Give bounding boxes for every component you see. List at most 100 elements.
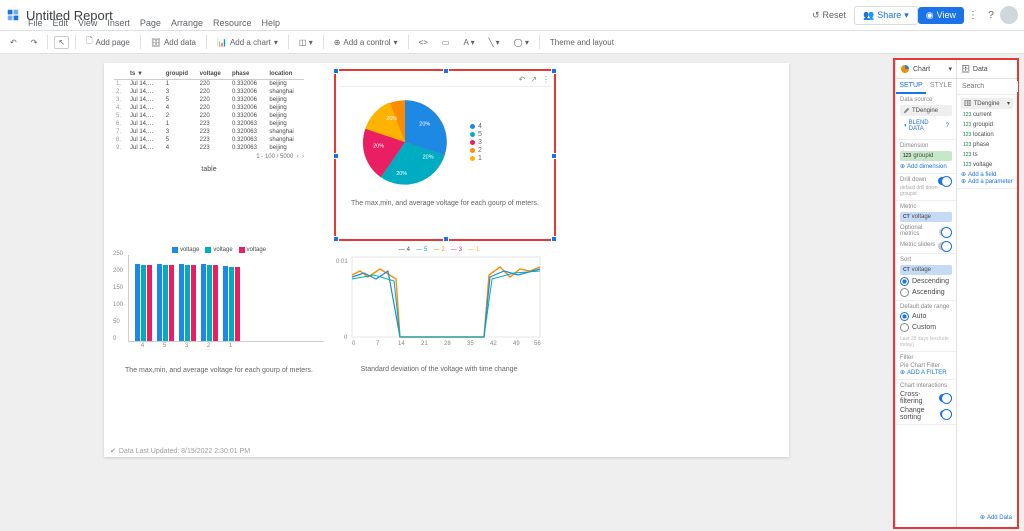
table-header[interactable]: location xyxy=(267,69,304,80)
data-icon: 🗄 xyxy=(961,65,970,73)
tab-setup[interactable]: SETUP xyxy=(896,79,926,94)
chevron-icon: ▾ xyxy=(1007,100,1010,107)
redo-button[interactable]: ↷ xyxy=(27,38,42,47)
reset-button[interactable]: ↺ Reset xyxy=(804,7,854,24)
selection-tool[interactable]: ↖ xyxy=(54,36,69,49)
table-row[interactable]: 4.Jul 14,…42200.332006beijing xyxy=(114,104,304,112)
menu-insert[interactable]: Insert xyxy=(107,18,130,28)
text-button[interactable]: A ▾ xyxy=(459,38,478,47)
add-page-icon: 🗋 xyxy=(86,35,92,49)
canvas[interactable]: ts ▼groupidvoltagephaselocation 1.Jul 14… xyxy=(0,54,893,531)
add-field-link[interactable]: ⊕ Add a field xyxy=(961,171,1013,178)
theme-layout-button[interactable]: Theme and layout xyxy=(546,38,618,47)
search-input[interactable] xyxy=(960,81,1018,92)
svg-text:20%: 20% xyxy=(423,155,434,161)
svg-text:49: 49 xyxy=(513,341,520,345)
avatar[interactable] xyxy=(1000,6,1018,24)
undo-button[interactable]: ↶ xyxy=(6,38,21,47)
chip-sort-field[interactable]: CTvoltage xyxy=(900,265,952,275)
field-item[interactable]: 123location xyxy=(961,131,1013,139)
radio-ascending[interactable]: Ascending xyxy=(900,288,952,297)
chip-dimension[interactable]: 123groupid xyxy=(900,151,952,161)
menu-edit[interactable]: Edit xyxy=(53,18,69,28)
help-button[interactable]: ? xyxy=(982,6,1000,24)
add-param-link[interactable]: ⊕ Add a parameter xyxy=(961,178,1013,185)
svg-text:35: 35 xyxy=(467,341,474,345)
table-row[interactable]: 3.Jul 14,…52200.332006beijing xyxy=(114,96,304,104)
menu-page[interactable]: Page xyxy=(140,18,161,28)
radio-descending[interactable]: Descending xyxy=(900,277,952,286)
table-row[interactable]: 9.Jul 14,…42230.320063beijing xyxy=(114,144,304,152)
line-chart[interactable]: — 4 — 5 — 2 — 3 — 1 0.010 07142128354249… xyxy=(334,247,544,373)
add-dimension-link[interactable]: ⊕ Add dimension xyxy=(900,163,952,170)
table-chart[interactable]: ts ▼groupidvoltagephaselocation 1.Jul 14… xyxy=(114,69,304,173)
share-button[interactable]: 👥Share ▾ xyxy=(854,6,918,25)
community-viz-button[interactable]: ◫ ▾ xyxy=(295,38,317,47)
add-data-button[interactable]: 🗄Add data xyxy=(147,38,200,47)
field-item[interactable]: 123ts xyxy=(961,151,1013,159)
chip-metric[interactable]: CTvoltage xyxy=(900,212,952,222)
line-svg: 0.010 0714212835424956 xyxy=(334,255,544,345)
chevron-down-icon[interactable]: ▾ xyxy=(948,65,952,73)
field-item[interactable]: 123voltage xyxy=(961,161,1013,169)
add-data-link[interactable]: ⊕ Add Data xyxy=(980,514,1012,521)
view-button[interactable]: ◉View xyxy=(918,7,964,24)
shape-button[interactable]: ◯ ▾ xyxy=(510,38,533,47)
field-item[interactable]: 123groupid xyxy=(961,121,1013,129)
add-page-button[interactable]: 🗋Add page xyxy=(82,35,134,49)
add-control-button[interactable]: ⊕ Add a control ▾ xyxy=(330,38,402,47)
sort-icon[interactable]: ↶ xyxy=(519,75,526,84)
table-row[interactable]: 5.Jul 14,…22200.332006beijing xyxy=(114,112,304,120)
svg-text:21: 21 xyxy=(421,341,428,345)
table-row[interactable]: 1.Jul 14,…12200.332006beijing xyxy=(114,80,304,89)
image-button[interactable]: ▭ xyxy=(438,38,454,47)
table-pager[interactable]: 1 - 100 / 5000 ‹ › xyxy=(114,154,304,160)
add-filter-link[interactable]: ⊕ ADD A FILTER xyxy=(900,369,952,376)
table-row[interactable]: 6.Jul 14,…12230.320063beijing xyxy=(114,120,304,128)
data-freshness-footer: ✔Data Last Updated: 8/15/2022 2:30:01 PM xyxy=(110,447,250,455)
blend-data-button[interactable]: ◑BLEND DATA? xyxy=(900,118,952,134)
svg-text:0.01: 0.01 xyxy=(336,259,348,265)
table-header[interactable]: phase xyxy=(230,69,267,80)
opt-metrics-toggle[interactable] xyxy=(939,228,952,236)
table-row[interactable]: 8.Jul 14,…52230.320063shanghai xyxy=(114,136,304,144)
chip-datasource[interactable]: TDengine xyxy=(900,105,952,116)
pie-chart-icon xyxy=(900,64,910,74)
chart-more-icon[interactable]: ⋮ xyxy=(542,75,550,84)
radio-custom[interactable]: Custom xyxy=(900,323,952,332)
menu-arrange[interactable]: Arrange xyxy=(171,18,203,28)
table-header[interactable]: voltage xyxy=(198,69,230,80)
chip-ds-list[interactable]: 🗄 TDengine▾ xyxy=(961,98,1013,109)
tab-style[interactable]: STYLE xyxy=(926,79,956,94)
table-row[interactable]: 2.Jul 14,…32200.332006shanghai xyxy=(114,88,304,96)
help-icon[interactable]: ? xyxy=(946,123,949,129)
svg-text:42: 42 xyxy=(490,341,497,345)
more-options-button[interactable]: ⋮ xyxy=(964,6,982,24)
bar-chart[interactable]: voltage voltage voltage 250200 150100 50… xyxy=(114,247,324,374)
label-date-range: Default date range xyxy=(900,304,952,310)
drilldown-toggle[interactable] xyxy=(938,177,952,185)
cross-filter-toggle[interactable] xyxy=(939,394,952,402)
menu-view[interactable]: View xyxy=(78,18,97,28)
svg-text:7: 7 xyxy=(376,341,380,345)
add-chart-button[interactable]: 📊Add a chart ▾ xyxy=(213,38,282,47)
table-header[interactable]: groupid xyxy=(164,69,198,80)
menu-help[interactable]: Help xyxy=(262,18,281,28)
export-icon[interactable]: ↗ xyxy=(530,75,537,84)
line-button[interactable]: ╲ ▾ xyxy=(485,38,504,47)
svg-text:56: 56 xyxy=(534,341,541,345)
menu-resource[interactable]: Resource xyxy=(213,18,252,28)
pie-chart-selected[interactable]: ↶ ↗ ⋮ 20% 20% 20% 20% 20% xyxy=(334,69,556,241)
field-item[interactable]: 123phase xyxy=(961,141,1013,149)
change-sort-toggle[interactable] xyxy=(940,410,952,418)
svg-text:20%: 20% xyxy=(419,122,430,128)
table-row[interactable]: 7.Jul 14,…32230.320063shanghai xyxy=(114,128,304,136)
menu-file[interactable]: File xyxy=(28,18,43,28)
table-header[interactable] xyxy=(114,69,128,80)
field-item[interactable]: 123current xyxy=(961,111,1013,119)
url-embed-button[interactable]: <> xyxy=(415,38,432,47)
date-range-hint: Last 28 days (exclude today) xyxy=(900,336,952,348)
metric-sliders-toggle[interactable] xyxy=(938,242,952,250)
table-header[interactable]: ts ▼ xyxy=(128,69,164,80)
radio-auto[interactable]: Auto xyxy=(900,312,952,321)
